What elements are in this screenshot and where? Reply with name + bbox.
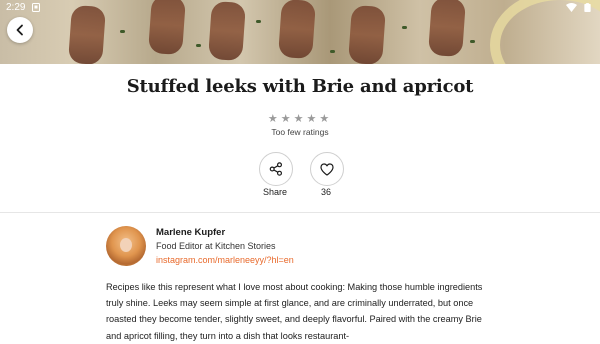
star-icon: ★ <box>280 112 294 125</box>
author-name[interactable]: Marlene Kupfer <box>156 227 225 238</box>
notification-icon <box>32 3 40 12</box>
star-icon: ★ <box>319 112 333 125</box>
status-bar: 2:29 <box>0 0 600 16</box>
wifi-icon <box>566 3 577 12</box>
battery-icon <box>584 3 591 12</box>
author-instagram-link[interactable]: instagram.com/marleneeyy/?hl=en <box>156 255 294 265</box>
star-icon: ★ <box>267 112 281 125</box>
star-icon: ★ <box>293 112 307 125</box>
back-button[interactable] <box>7 17 33 43</box>
like-button[interactable] <box>310 152 344 186</box>
rating-text: Too few ratings <box>271 127 329 137</box>
heart-icon <box>320 162 334 176</box>
share-icon <box>269 162 283 176</box>
author-avatar[interactable] <box>106 226 146 266</box>
recipe-description: Recipes like this represent what I love … <box>106 282 483 341</box>
author-role: Food Editor at Kitchen Stories <box>156 241 276 251</box>
like-count: 36 <box>320 187 331 197</box>
recipe-title: Stuffed leeks with Brie and apricot <box>126 76 474 97</box>
chevron-left-icon <box>16 24 23 36</box>
rating-stars[interactable]: ★★★★★ <box>0 112 600 125</box>
star-icon: ★ <box>306 112 320 125</box>
status-time: 2:29 <box>6 2 26 13</box>
divider <box>0 212 600 213</box>
share-button[interactable] <box>259 152 293 186</box>
